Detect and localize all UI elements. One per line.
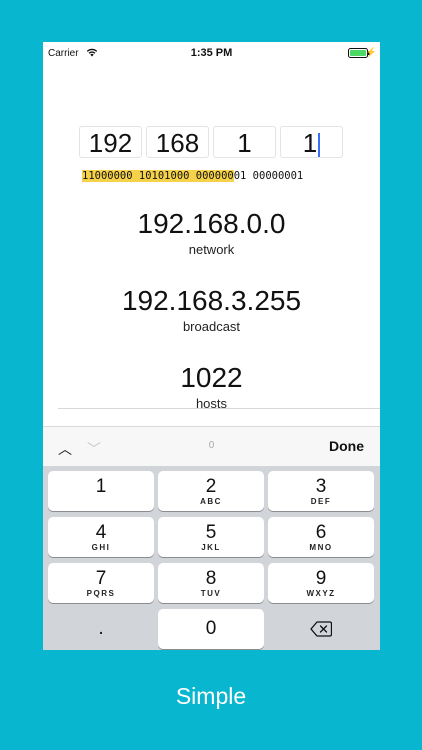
network-result: 192.168.0.0 network (43, 208, 380, 257)
key-3[interactable]: 3 DEF (268, 471, 374, 511)
network-value: 192.168.0.0 (137, 208, 286, 239)
octet-1-field[interactable]: 192 (79, 126, 142, 158)
text-cursor (318, 133, 321, 158)
backspace-icon (310, 621, 333, 637)
key-0[interactable]: 0 (158, 609, 264, 649)
octet-2-field[interactable]: 168 (146, 126, 209, 158)
key-dot[interactable]: . (48, 609, 154, 649)
caption-text: Simple (175, 683, 247, 709)
divider (58, 408, 380, 409)
key-9[interactable]: 9 WXYZ (268, 563, 374, 603)
delete-key[interactable] (268, 609, 374, 649)
broadcast-result: 192.168.3.255 broadcast (43, 285, 380, 334)
keyboard-accessory-bar: ︿ ﹀ 0 Done (43, 426, 380, 467)
key-1[interactable]: 1 (48, 471, 154, 511)
status-bar: Carrier 1:35 PM ⚡ (43, 42, 380, 64)
network-bits-highlight: 11000000 10101000 000000 (82, 170, 234, 182)
octet-4-field[interactable]: 1 (280, 126, 343, 158)
broadcast-value: 192.168.3.255 (121, 285, 302, 316)
host-bits: 01 00000001 (233, 170, 304, 182)
status-time: 1:35 PM (190, 47, 233, 59)
key-4[interactable]: 4 GHI (48, 517, 154, 557)
numeric-keyboard: 1 2 ABC 3 DEF 4 GHI 5 JKL 6 MNO 7 PQRS 8 TUV 9W… (43, 466, 380, 650)
broadcast-label: broadcast (182, 319, 241, 334)
ip-address-input: 192 168 1 1 (79, 126, 344, 158)
octet-3-field[interactable]: 1 (213, 126, 276, 158)
charging-icon: ⚡ (365, 47, 377, 57)
key-8[interactable]: 8 TUV (158, 563, 264, 603)
network-label: network (188, 242, 235, 257)
key-6[interactable]: 6 MNO (268, 517, 374, 557)
binary-representation: 11000000 10101000 00000001 00000001 (82, 170, 303, 182)
key-5[interactable]: 5 JKL (158, 517, 264, 557)
key-2[interactable]: 2 ABC (158, 471, 264, 511)
phone-screen: Carrier 1:35 PM ⚡ 192 168 1 1 11000000 1… (43, 42, 380, 650)
hosts-value: 1022 (180, 362, 243, 393)
done-button[interactable]: Done (329, 438, 364, 454)
hosts-result: 1022 hosts (43, 362, 380, 411)
key-7[interactable]: 7 PQRS (48, 563, 154, 603)
